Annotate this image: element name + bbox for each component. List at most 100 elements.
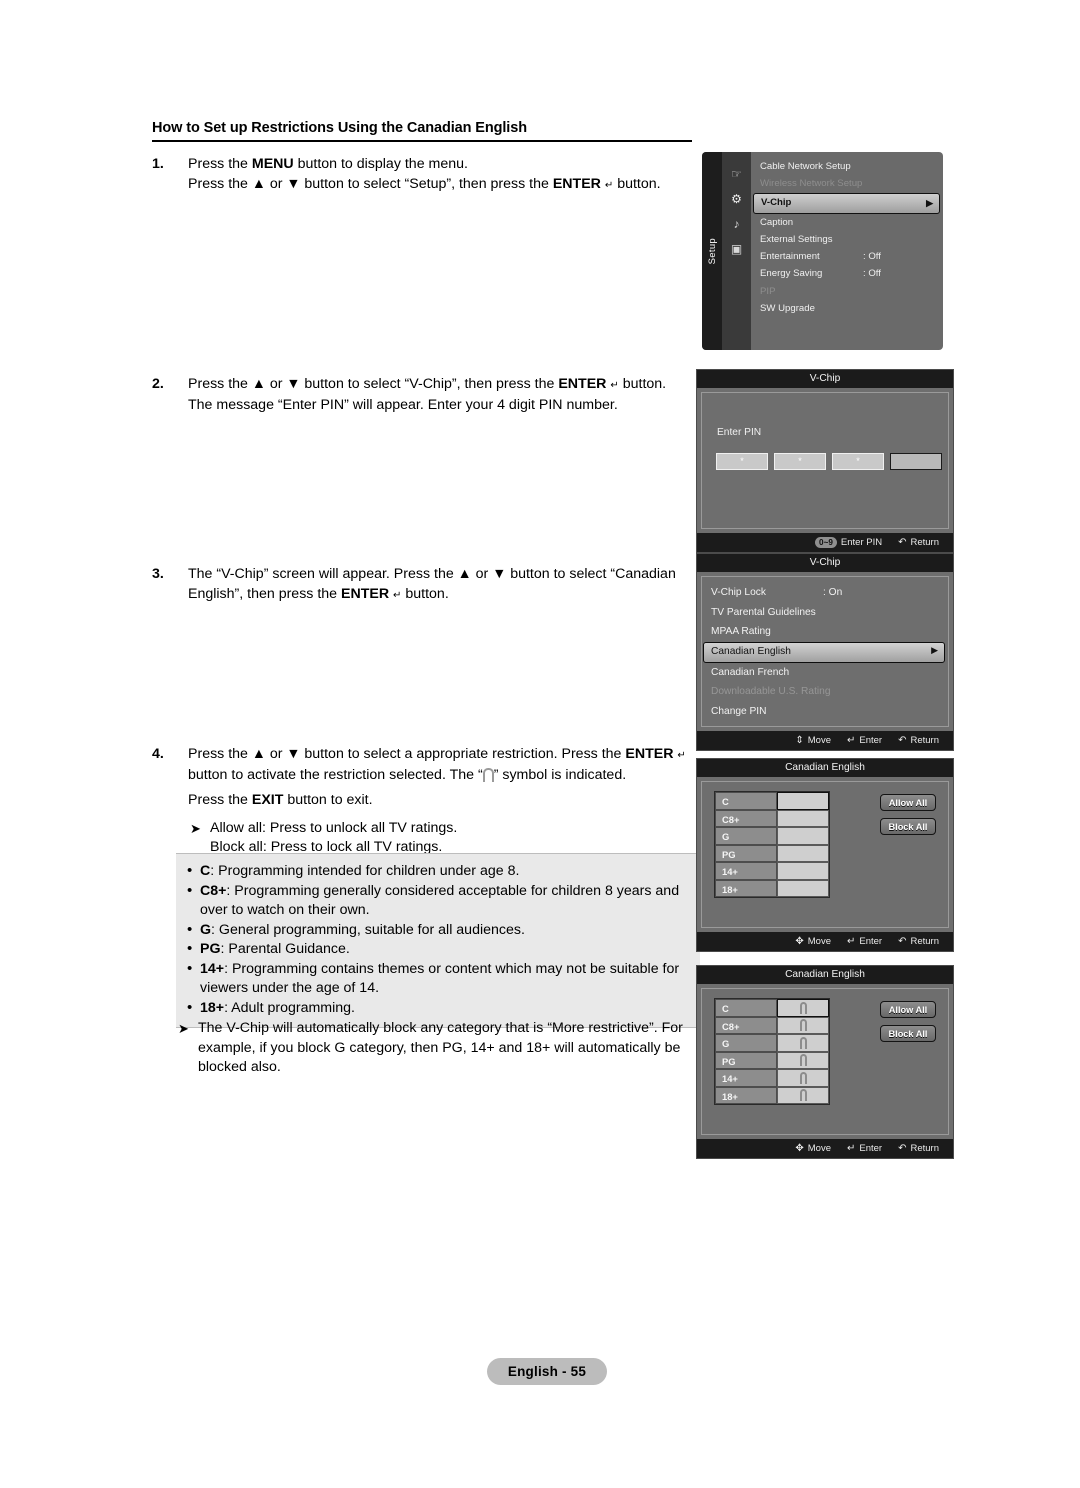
osd-hint-bar: 0~9 Enter PIN ↶ Return bbox=[697, 533, 953, 552]
osd-hint-bar: ✥ Move ↵ Enter ↶ Return bbox=[697, 932, 953, 951]
setup-item-external-settings[interactable]: External Settings bbox=[751, 231, 943, 248]
hint-return: ↶ Return bbox=[898, 537, 939, 548]
pin-digit-4[interactable] bbox=[890, 453, 942, 470]
rating-definitions-box: • C: Programming intended for children un… bbox=[176, 853, 700, 1028]
vchip-item-canadian-english[interactable]: Canadian English ▶ bbox=[703, 641, 945, 663]
hint-label: Move bbox=[807, 735, 831, 746]
setup-item-wireless-network-setup: Wireless Network Setup bbox=[751, 175, 943, 192]
rating-grid: C C8+ G PG 14+ 18+ bbox=[714, 791, 830, 898]
rating-toggle-g[interactable] bbox=[777, 1034, 829, 1052]
setup-item-pip: PIP bbox=[751, 283, 943, 300]
rating-toggle-c8plus[interactable] bbox=[777, 809, 829, 827]
setup-item-entertainment[interactable]: Entertainment : Off bbox=[751, 248, 943, 265]
allow-all-note: Allow all: Press to unlock all TV rating… bbox=[210, 819, 458, 836]
rating-label: G bbox=[715, 1034, 777, 1052]
pin-digit-1[interactable]: * bbox=[716, 453, 768, 470]
rating-toggle-14plus[interactable] bbox=[777, 862, 829, 880]
osd-vchip-dialog: V-Chip V-Chip Lock : On TV Parental Guid… bbox=[696, 553, 954, 751]
more-restrictive-note-block: ➤ The V-Chip will automatically block an… bbox=[176, 1019, 700, 1078]
vchip-pane: V-Chip Lock : On TV Parental Guidelines … bbox=[701, 576, 949, 727]
setup-item-label: SW Upgrade bbox=[760, 303, 815, 315]
rating-action-buttons: Allow All Block All bbox=[880, 794, 936, 835]
vchip-item-tv-parental-guidelines[interactable]: TV Parental Guidelines bbox=[702, 603, 948, 623]
hint-label: Enter bbox=[859, 936, 883, 947]
osd-title: Canadian English bbox=[697, 966, 953, 984]
page-footer: English - 55 bbox=[487, 1358, 607, 1385]
lock-icon bbox=[799, 1036, 808, 1049]
vchip-item-label: Downloadable U.S. Rating bbox=[711, 686, 831, 697]
rating-row: G bbox=[715, 1034, 829, 1052]
rating-toggle-18plus[interactable] bbox=[777, 879, 829, 897]
setup-item-energy-saving[interactable]: Energy Saving : Off bbox=[751, 265, 943, 282]
rating-toggle-c8plus[interactable] bbox=[777, 1016, 829, 1034]
rating-toggle-c[interactable] bbox=[777, 999, 829, 1017]
block-all-button[interactable]: Block All bbox=[880, 818, 936, 835]
osd-canadian-english-locked: Canadian English C C8+ G PG 14+ 18+ Allo… bbox=[696, 965, 954, 1159]
step-2-line-2: The message “Enter PIN” will appear. Ent… bbox=[188, 396, 618, 413]
vchip-item-change-pin[interactable]: Change PIN bbox=[702, 702, 948, 722]
setup-item-value: : Off bbox=[863, 268, 881, 280]
vchip-item-label: Canadian French bbox=[711, 666, 790, 678]
page-title: How to Set up Restrictions Using the Can… bbox=[152, 120, 692, 142]
rating-toggle-pg[interactable] bbox=[777, 844, 829, 862]
rating-toggle-g[interactable] bbox=[777, 827, 829, 845]
vchip-item-canadian-french[interactable]: Canadian French bbox=[702, 663, 948, 683]
setup-item-cable-network-setup[interactable]: Cable Network Setup bbox=[751, 158, 943, 175]
enter-pin-label: Enter PIN bbox=[717, 427, 762, 438]
rating-label: PG bbox=[715, 1051, 777, 1069]
rating-text: : Programming generally considered accep… bbox=[200, 882, 680, 919]
rating-toggle-pg[interactable] bbox=[777, 1051, 829, 1069]
rating-code: C bbox=[200, 863, 211, 879]
hint-return: ↶ Return bbox=[898, 735, 939, 746]
lock-icon bbox=[799, 1001, 808, 1014]
pin-digit-3[interactable]: * bbox=[832, 453, 884, 470]
block-all-button[interactable]: Block All bbox=[880, 1025, 936, 1042]
rating-definition-item: • C: Programming intended for children un… bbox=[186, 862, 690, 882]
step-1: 1. Press the MENU button to display the … bbox=[152, 155, 697, 195]
setup-icon-column: ☞ ⚙ ♪ ▣ bbox=[722, 152, 751, 350]
bullet-icon: • bbox=[187, 998, 193, 1016]
return-icon: ↶ bbox=[898, 1143, 907, 1154]
rating-text: : Programming contains themes or content… bbox=[200, 960, 680, 997]
osd-hint-bar: ✥ Move ↵ Enter ↶ Return bbox=[697, 1139, 953, 1158]
enter-icon: ↵ bbox=[846, 936, 856, 947]
rating-grid: C C8+ G PG 14+ 18+ bbox=[714, 998, 830, 1105]
allow-all-button[interactable]: Allow All bbox=[880, 1001, 936, 1018]
rating-action-buttons: Allow All Block All bbox=[880, 1001, 936, 1042]
gear-icon[interactable]: ⚙ bbox=[728, 191, 746, 206]
hint-label: Enter PIN bbox=[840, 537, 883, 548]
step-1-number: 1. bbox=[152, 156, 164, 172]
rating-toggle-18plus[interactable] bbox=[777, 1086, 829, 1104]
rating-definition-item: • G: General programming, suitable for al… bbox=[186, 921, 690, 941]
rating-toggle-14plus[interactable] bbox=[777, 1069, 829, 1087]
enter-icon: ↵ bbox=[846, 735, 856, 746]
bullet-icon: • bbox=[187, 881, 193, 899]
rating-toggle-c[interactable] bbox=[777, 792, 829, 810]
rating-row: C bbox=[715, 999, 829, 1017]
monitor-icon[interactable]: ▣ bbox=[728, 241, 746, 256]
vchip-item-v-chip-lock[interactable]: V-Chip Lock : On bbox=[702, 583, 948, 603]
setup-item-caption[interactable]: Caption bbox=[751, 214, 943, 231]
setup-item-sw-upgrade[interactable]: SW Upgrade bbox=[751, 300, 943, 317]
setup-item-v-chip[interactable]: V-Chip ▶ bbox=[753, 192, 940, 214]
rating-label: C8+ bbox=[715, 1016, 777, 1034]
rating-text: : Programming intended for children unde… bbox=[210, 863, 520, 879]
hint-enter: ↵ Enter bbox=[847, 1143, 882, 1154]
step-1-line-1: Press the MENU button to display the men… bbox=[188, 156, 468, 172]
allow-all-button[interactable]: Allow All bbox=[880, 794, 936, 811]
rating-label: 18+ bbox=[715, 1086, 777, 1104]
rating-label: C bbox=[715, 792, 777, 810]
rating-label: G bbox=[715, 827, 777, 845]
setup-rail-label: Setup bbox=[706, 237, 718, 265]
pin-pane: Enter PIN * * * bbox=[701, 392, 949, 529]
rating-definition-item: • PG: Parental Guidance. bbox=[186, 940, 690, 960]
pin-digit-2[interactable]: * bbox=[774, 453, 826, 470]
vchip-item-mpaa-rating[interactable]: MPAA Rating bbox=[702, 622, 948, 642]
speaker-icon[interactable]: ♪ bbox=[728, 216, 746, 231]
rating-row: 14+ bbox=[715, 1069, 829, 1087]
number-keys-icon: 0~9 bbox=[815, 537, 837, 548]
setup-item-label: Cable Network Setup bbox=[760, 161, 851, 172]
rating-row: 18+ bbox=[715, 879, 829, 897]
lock-icon bbox=[799, 1054, 808, 1067]
setup-item-label: Energy Saving bbox=[760, 268, 823, 280]
